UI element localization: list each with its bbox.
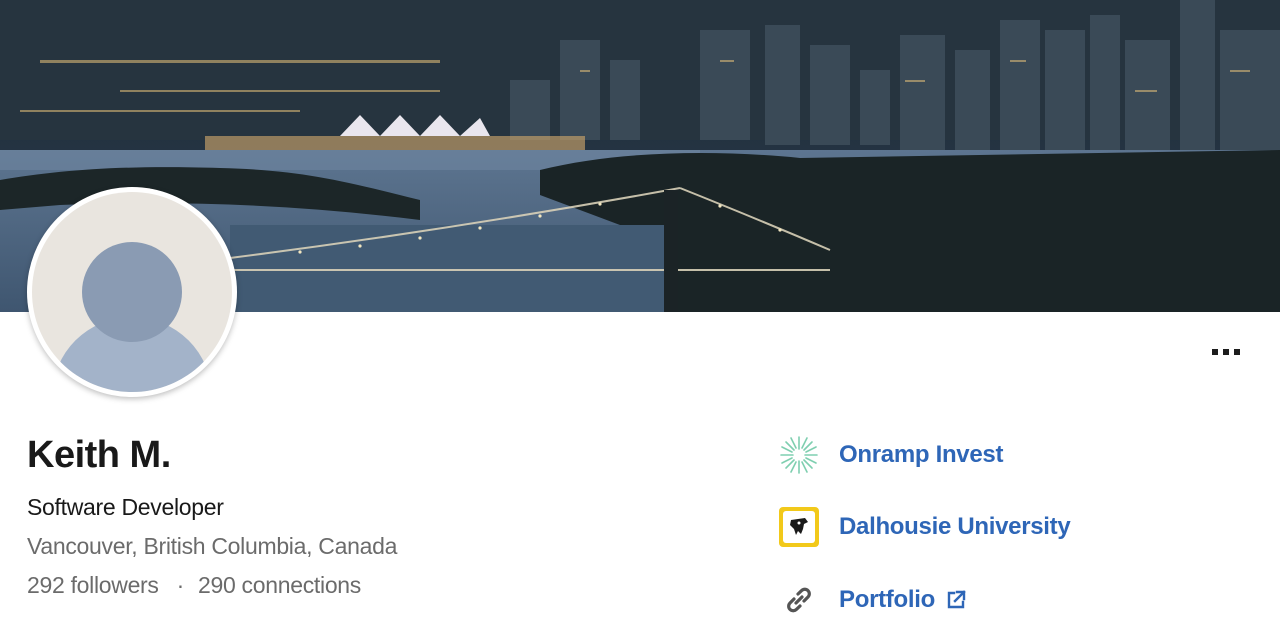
more-dots-icon [1212,349,1218,355]
stats-separator: · [176,572,185,598]
onramp-logo-icon [779,435,819,475]
education-link[interactable]: Dalhousie University [779,507,1071,547]
link-icon [779,580,819,620]
avatar-head-shape [82,242,182,342]
profile-name: Keith M. [27,434,171,476]
more-dots-icon [1234,349,1240,355]
profile-headline: Software Developer [27,494,224,520]
portfolio-link[interactable]: Portfolio [779,580,967,620]
current-company-link[interactable]: Onramp Invest [779,435,1003,475]
current-company-label: Onramp Invest [839,441,1004,468]
education-label: Dalhousie University [839,513,1071,540]
dalhousie-logo-icon [779,507,819,547]
portfolio-label: Portfolio [839,586,935,613]
connections-link[interactable]: 290 connections [198,572,361,599]
profile-page: Keith M. Software Developer Vancouver, B… [0,0,1280,628]
profile-stats: 292 followers · 290 connections [27,572,361,599]
profile-location: Vancouver, British Columbia, Canada [27,533,398,559]
default-avatar-icon [32,192,232,392]
followers-link[interactable]: 292 followers [27,572,159,599]
external-link-icon [945,589,967,611]
profile-avatar[interactable] [27,187,237,397]
more-dots-icon [1223,349,1229,355]
more-actions-button[interactable] [1204,338,1248,366]
